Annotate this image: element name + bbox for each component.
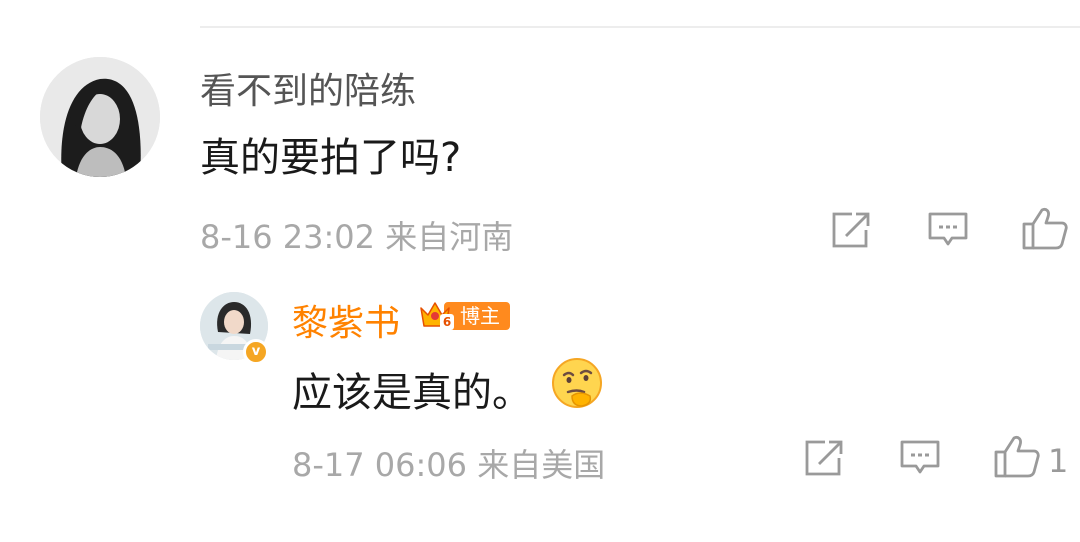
share-icon (832, 212, 870, 248)
blogger-badge-level: 6 (440, 314, 454, 330)
comment-text: 真的要拍了吗? (200, 135, 462, 181)
comment-timestamp: 8-16 23:02 (200, 218, 376, 256)
commenter-avatar[interactable] (40, 57, 160, 177)
verified-badge: v (243, 339, 269, 365)
thinking-emoji-icon (552, 358, 602, 408)
thinking-emoji (550, 356, 604, 410)
reply-text: 应该是真的。 (292, 370, 532, 416)
comment-location: 来自河南 (385, 218, 514, 256)
commenter-username[interactable]: 看不到的陪练 (200, 62, 416, 114)
avatar-photo-icon (40, 57, 160, 177)
like-count: 1 (1048, 442, 1069, 480)
reply-button[interactable] (927, 210, 969, 254)
comment-icon (900, 440, 940, 474)
comment-meta: 8-16 23:02 来自河南 (200, 212, 513, 258)
thumbs-up-icon (994, 436, 1040, 478)
blogger-badge[interactable]: 博主 6 (418, 298, 510, 334)
comment-icon (928, 212, 968, 246)
reply-location: 来自美国 (477, 446, 606, 484)
share-icon (805, 440, 843, 476)
reply-share-button[interactable] (803, 438, 845, 482)
share-button[interactable] (830, 210, 872, 254)
reply-comment-button[interactable] (899, 438, 941, 482)
divider (200, 26, 1080, 28)
thumbs-up-icon (1022, 208, 1068, 250)
reply-timestamp: 8-17 06:06 (292, 446, 468, 484)
blogger-username[interactable]: 黎紫书 (292, 294, 400, 346)
reply-meta: 8-17 06:06 来自美国 (292, 440, 605, 486)
reply-like-button[interactable] (994, 434, 1040, 482)
like-button[interactable] (1022, 206, 1068, 254)
